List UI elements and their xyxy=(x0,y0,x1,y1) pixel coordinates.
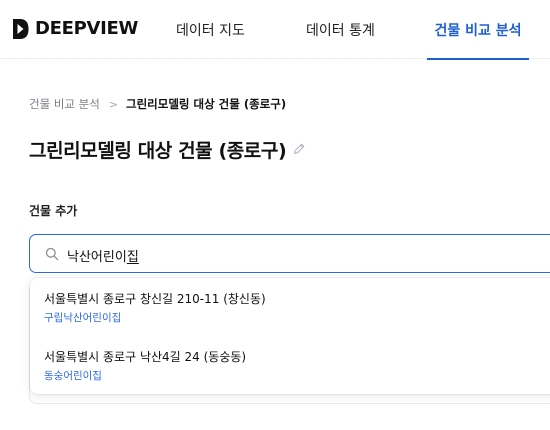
deepview-logo-icon xyxy=(13,19,29,39)
tab-data-map[interactable]: 데이터 지도 xyxy=(176,0,245,59)
tab-building-comparison[interactable]: 건물 비교 분석 xyxy=(427,0,529,60)
breadcrumb: 건물 비교 분석 > 그린리모델링 대상 건물 (종로구) xyxy=(29,96,286,112)
suggestion-address: 서울특별시 종로구 창신길 210-11 (창신동) xyxy=(44,292,266,306)
brand-name: DEEPVIEW xyxy=(35,18,139,39)
page-title: 그린리모델링 대상 건물 (종로구) xyxy=(29,140,287,162)
building-search-input[interactable]: 낙산어린이집 xyxy=(29,234,550,273)
suggestion-building-name: 동숭어린이집 xyxy=(44,370,102,382)
suggestion-item[interactable]: 서울특별시 종로구 창신길 210-11 (창신동) 구립낙산어린이집 xyxy=(30,278,550,336)
search-input-value[interactable]: 낙산어린이집 xyxy=(67,246,139,265)
brand-logo[interactable]: DEEPVIEW xyxy=(11,17,138,41)
top-navigation-bar: DEEPVIEW 데이터 지도 데이터 통계 건물 비교 분석 xyxy=(0,0,550,60)
suggestion-item[interactable]: 서울특별시 종로구 낙산4길 24 (동숭동) 동숭어린이집 xyxy=(30,336,550,394)
suggestion-address: 서울특별시 종로구 낙산4길 24 (동숭동) xyxy=(44,350,247,364)
breadcrumb-current: 그린리모델링 대상 건물 (종로구) xyxy=(126,97,287,111)
section-label-add-building: 건물 추가 xyxy=(29,204,78,218)
suggestion-building-name: 구립낙산어린이집 xyxy=(44,312,122,324)
search-input-text: 낙산어린이 xyxy=(67,250,127,265)
search-suggestion-dropdown: 서울특별시 종로구 창신길 210-11 (창신동) 구립낙산어린이집 서울특별… xyxy=(30,278,550,394)
breadcrumb-parent-link[interactable]: 건물 비교 분석 xyxy=(29,96,100,112)
pencil-icon[interactable] xyxy=(292,142,306,156)
tab-data-statistics[interactable]: 데이터 통계 xyxy=(306,0,375,59)
search-input-composing-char: 집 xyxy=(126,250,139,265)
breadcrumb-separator-icon: > xyxy=(108,97,119,111)
search-icon xyxy=(45,247,59,261)
